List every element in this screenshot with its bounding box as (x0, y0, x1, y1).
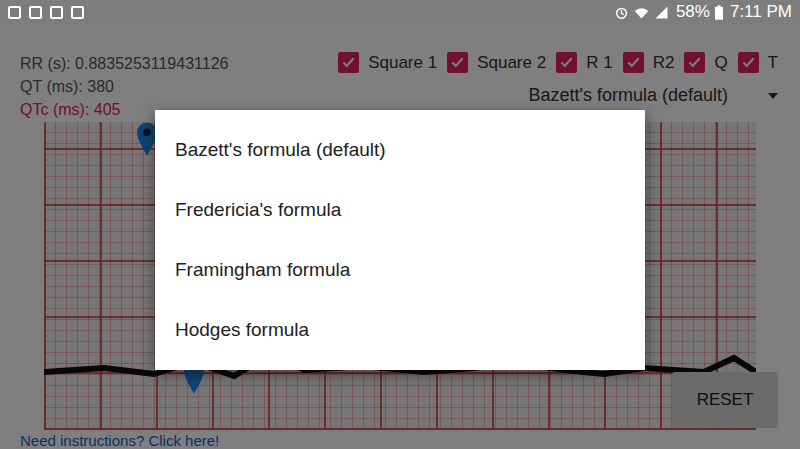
signal-icon (654, 5, 669, 20)
screen: 58%7:11 PMRR (s): 0.8835253119431126QT (… (0, 0, 800, 449)
formula-option[interactable]: Hodges formula (155, 300, 645, 360)
formula-dialog: Bazett's formula (default)Fredericia's f… (155, 110, 645, 370)
battery-percent: 58% (676, 2, 710, 22)
status-bar: 58% 7:11 PM (0, 0, 800, 24)
battery-icon (715, 5, 723, 20)
formula-option[interactable]: Framingham formula (155, 240, 645, 300)
notification-icon (50, 6, 63, 19)
wifi-icon (634, 5, 649, 20)
formula-option[interactable]: Fredericia's formula (155, 180, 645, 240)
notification-icon (8, 6, 21, 19)
formula-option[interactable]: Bazett's formula (default) (155, 120, 645, 180)
alarm-icon (614, 5, 629, 20)
notification-icon (71, 6, 84, 19)
notification-icon (29, 6, 42, 19)
clock: 7:11 PM (730, 2, 792, 22)
